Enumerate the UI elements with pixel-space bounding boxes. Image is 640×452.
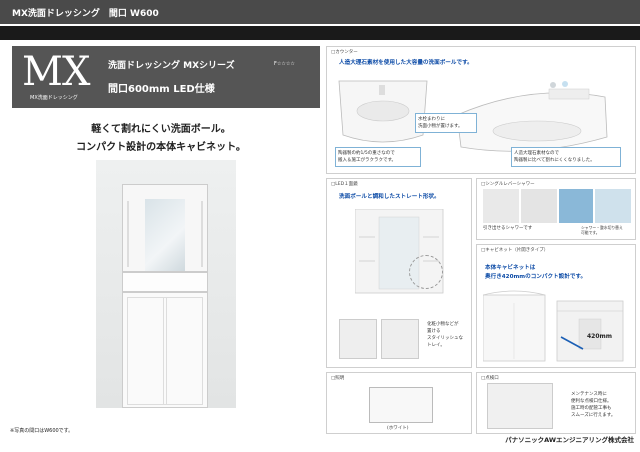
shower-photo-4 <box>595 189 631 223</box>
shower-photo-3 <box>559 189 593 223</box>
cabinet-head-2: 奥行き420mmのコンパクト設計です。 <box>485 274 587 280</box>
counter-callout-3: 人造大理石素材なので 陶器製に比べて割れにくくなりました。 <box>511 147 621 167</box>
product-header: MX MX洗面ドレッシング 洗面ドレッシング MXシリーズ F☆☆☆☆ 間口60… <box>12 46 320 108</box>
sub-bar <box>0 26 640 40</box>
tray-photo-2 <box>381 319 419 359</box>
lighting-color-note: (ホワイト) <box>387 426 409 431</box>
maintenance-photo <box>487 383 553 429</box>
shower-photo-1 <box>483 189 519 223</box>
logo-subtitle: MX洗面ドレッシング <box>30 95 78 101</box>
lighting-section: □照明 (ホワイト) <box>326 372 472 434</box>
counter-head: 人造大理石素材を使用した大容量の洗面ボールです。 <box>339 60 473 66</box>
base-cabinet <box>122 292 208 408</box>
tray-note: 化粧小物などが 置ける スタイリッシュな トレイ。 <box>427 322 463 348</box>
mx-logo: MX <box>22 49 90 95</box>
mirror-shelf-left <box>127 201 141 267</box>
maintenance-note: メンテナンス時に 便利な点検口仕様。 施工時の配管工事も スムーズに行えます。 <box>571 392 616 418</box>
wash-bowl <box>122 272 208 292</box>
catch-line-2: コンパクト設計の本体キャビネット。 <box>76 142 246 153</box>
cabinet-head-1: 本体キャビネットは <box>485 265 536 271</box>
size-title: 間口600mm LED仕様 <box>108 84 215 95</box>
tray-photo-1 <box>339 319 377 359</box>
shower-section: □シングルレバーシャワー 引き出せるシャワーです シャワー・整水切り替え 可能で… <box>476 178 636 240</box>
shower-note-2: シャワー・整水切り替え 可能です。 <box>581 225 623 235</box>
cabinet-door-right <box>163 297 203 405</box>
formaldehyde-rank: F☆☆☆☆ <box>274 61 295 67</box>
left-panel: MX MX洗面ドレッシング 洗面ドレッシング MXシリーズ F☆☆☆☆ 間口60… <box>0 44 322 452</box>
mirror-shelf-right <box>189 201 203 267</box>
cabinet-depth: 420mm <box>587 333 613 340</box>
led-label: □LED１面鏡 <box>331 182 358 187</box>
led-mirror-section: □LED１面鏡 洗面ボールと調和したストレート形状。 化粧小物などが 置ける ス… <box>326 178 472 368</box>
cabinet-illustration <box>483 290 624 362</box>
cabinet-door-left <box>127 297 167 405</box>
light-fixture <box>369 387 433 423</box>
led-head: 洗面ボールと調和したストレート形状。 <box>339 194 440 200</box>
cabinet-section: □キャビネット（片開きタイプ） 本体キャビネットは 奥行き420mmのコンパクト… <box>476 244 636 368</box>
cabinet-label: □キャビネット（片開きタイプ） <box>481 248 549 253</box>
lighting-label: □照明 <box>331 376 345 381</box>
shower-label: □シングルレバーシャワー <box>481 182 535 187</box>
shower-photo-2 <box>521 189 557 223</box>
mirror-cabinet <box>122 184 208 272</box>
detail-circle <box>409 255 443 289</box>
series-title: 洗面ドレッシング MXシリーズ <box>108 61 235 71</box>
shower-note-1: 引き出せるシャワーです <box>483 226 533 231</box>
vanity-illustration <box>122 184 208 408</box>
page-title: MX洗面ドレッシング 間口 W600 <box>12 9 159 19</box>
maintenance-section: □点検口 メンテナンス時に 便利な点検口仕様。 施工時の配管工事も スムーズに行… <box>476 372 636 434</box>
maintenance-label: □点検口 <box>481 376 499 381</box>
counter-callout-1: 水栓まわりに 洗面小物が置けます。 <box>415 113 477 133</box>
counter-section: □カウンター 人造大理石素材を使用した大容量の洗面ボールです。 水栓まわりに 洗… <box>326 46 636 174</box>
mirror-glass <box>145 199 185 271</box>
photo-note: ※写真の間口はW600です。 <box>10 428 74 434</box>
counter-callout-2: 陶器製の約1/5の重さなので 搬入＆施工がラクラクです。 <box>335 147 421 167</box>
catch-line-1: 軽くて割れにくい洗面ボール。 <box>91 124 231 135</box>
top-bar: MX洗面ドレッシング 間口 W600 <box>0 0 640 24</box>
company-name: パナソニックAWエンジニアリング株式会社 <box>505 436 634 444</box>
counter-label: □カウンター <box>331 50 358 55</box>
